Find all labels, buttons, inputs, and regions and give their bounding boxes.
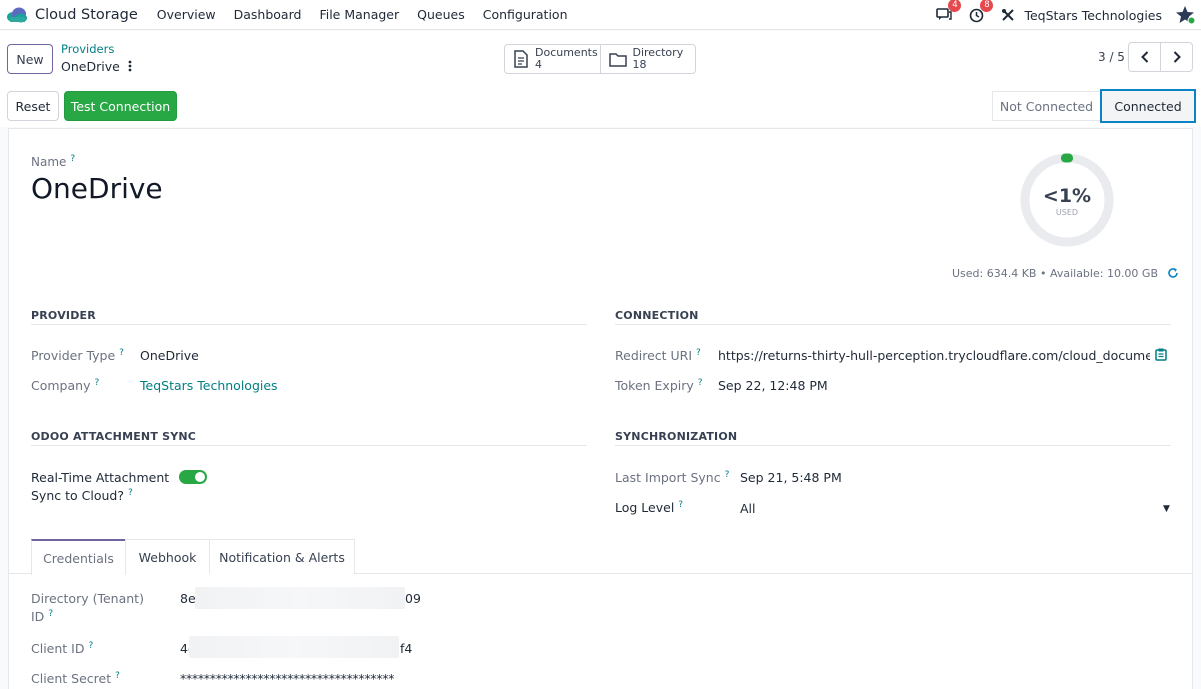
document-icon [514, 50, 528, 68]
tenant-id-suffix: 09 [405, 591, 421, 606]
realtime-sync-toggle[interactable] [179, 470, 207, 484]
tenant-id-redaction [195, 587, 405, 609]
name-field[interactable]: OneDrive [31, 172, 163, 205]
pager-next-button[interactable] [1160, 43, 1192, 71]
navbar-systray: 4 8 TeqStars Technologies [934, 0, 1201, 30]
messages-badge: 4 [948, 0, 962, 12]
attachment-divider [31, 445, 587, 446]
folder-icon [608, 52, 627, 67]
user-avatar[interactable] [1176, 5, 1196, 25]
synchronization-divider [615, 445, 1171, 446]
copy-clipboard-icon[interactable] [1155, 348, 1167, 361]
form-sheet: Name? OneDrive <1% USED Used: 634.4 KB •… [8, 128, 1193, 689]
provider-type-value[interactable]: OneDrive [140, 348, 199, 363]
main-menu: Overview Dashboard File Manager Queues C… [157, 7, 586, 22]
documents-label: Documents [535, 46, 598, 59]
top-navbar: Cloud Storage Overview Dashboard File Ma… [0, 0, 1201, 30]
connection-divider [615, 324, 1171, 325]
client-id-suffix: f4 [400, 641, 413, 656]
storage-usage-text: Used: 634.4 KB • Available: 10.00 GB [951, 267, 1158, 280]
documents-smart-button[interactable]: Documents 4 [505, 45, 600, 73]
client-id-label: Client ID? [31, 641, 94, 657]
smart-buttons: Documents 4 Directory 18 [504, 44, 696, 74]
control-panel: New Providers OneDrive Documents 4 Direc… [0, 31, 1201, 127]
name-label: Name? [31, 154, 76, 169]
menu-queues[interactable]: Queues [417, 7, 465, 22]
usage-used-label: USED [1055, 208, 1079, 217]
messaging-button[interactable]: 4 [934, 0, 962, 25]
redirect-uri-value[interactable]: https://returns-thirty-hull-perception.t… [718, 348, 1150, 363]
provider-divider [31, 324, 587, 325]
avatar-star-icon [1176, 6, 1196, 25]
documents-count: 4 [535, 58, 542, 71]
menu-configuration[interactable]: Configuration [483, 7, 568, 22]
provider-section-title: PROVIDER [31, 309, 96, 322]
tab-credentials[interactable]: Credentials [31, 539, 126, 575]
tab-webhook[interactable]: Webhook [125, 539, 210, 574]
cloud-logo-icon [7, 7, 27, 22]
log-level-select[interactable]: All [740, 501, 756, 516]
new-button[interactable]: New [7, 44, 53, 74]
pager-value[interactable]: 3 / 5 [1098, 50, 1125, 64]
client-secret-field[interactable]: ************************************ [180, 671, 395, 686]
synchronization-section-title: SYNCHRONIZATION [615, 430, 738, 443]
tools-icon [1002, 9, 1015, 21]
tenant-id-label-line1: Directory (Tenant) [31, 591, 144, 606]
log-level-label: Log Level? [615, 500, 684, 516]
directory-count: 18 [632, 58, 647, 71]
breadcrumb-providers[interactable]: Providers [61, 42, 114, 56]
tab-notification-alerts[interactable]: Notification & Alerts [209, 539, 355, 574]
pager-buttons [1128, 42, 1193, 72]
tenant-id-label-line2: ID? [31, 609, 54, 625]
provider-type-label: Provider Type? [31, 348, 124, 364]
company-label: Company? [31, 378, 100, 394]
status-not-connected[interactable]: Not Connected [992, 91, 1100, 121]
chevron-left-icon [1140, 51, 1148, 63]
dropdown-caret-icon[interactable]: ▼ [1163, 504, 1170, 514]
attachment-sync-section-title: ODOO ATTACHMENT SYNC [31, 430, 197, 443]
test-connection-button[interactable]: Test Connection [64, 91, 177, 121]
menu-overview[interactable]: Overview [157, 7, 216, 22]
breadcrumb-current: OneDrive [61, 59, 120, 74]
status-connected[interactable]: Connected [1100, 89, 1196, 123]
status-bar: Not Connected Connected [992, 89, 1196, 123]
redirect-uri-label: Redirect URI? [615, 348, 701, 364]
company-switcher[interactable]: TeqStars Technologies [1024, 8, 1162, 23]
actions-menu-icon[interactable] [126, 58, 134, 74]
activities-badge: 8 [980, 0, 994, 12]
last-import-label: Last Import Sync? [615, 470, 730, 486]
client-id-redaction [189, 636, 399, 658]
realtime-sync-label-line2: Sync to Cloud?? [31, 488, 133, 504]
token-expiry-label: Token Expiry? [615, 378, 703, 394]
connection-section-title: CONNECTION [615, 309, 699, 322]
menu-file-manager[interactable]: File Manager [319, 7, 399, 22]
menu-dashboard[interactable]: Dashboard [234, 7, 302, 22]
client-secret-label: Client Secret? [31, 671, 120, 687]
refresh-icon[interactable] [1167, 267, 1179, 279]
app-brand[interactable]: Cloud Storage [6, 7, 138, 23]
pager-previous-button[interactable] [1129, 43, 1160, 71]
directory-smart-button[interactable]: Directory 18 [599, 45, 696, 73]
debug-tools-button[interactable] [998, 5, 1018, 25]
usage-percent: <1% [1042, 185, 1092, 207]
last-import-value[interactable]: Sep 21, 5:48 PM [740, 470, 842, 485]
company-link[interactable]: TeqStars Technologies [140, 378, 278, 393]
realtime-sync-label-line1: Real-Time Attachment [31, 470, 170, 485]
activities-button[interactable]: 8 [966, 0, 994, 25]
token-expiry-value[interactable]: Sep 22, 12:48 PM [718, 378, 828, 393]
help-icon: ? [70, 154, 76, 164]
app-name: Cloud Storage [35, 6, 138, 23]
chevron-right-icon [1173, 51, 1181, 63]
reset-button[interactable]: Reset [7, 91, 59, 121]
